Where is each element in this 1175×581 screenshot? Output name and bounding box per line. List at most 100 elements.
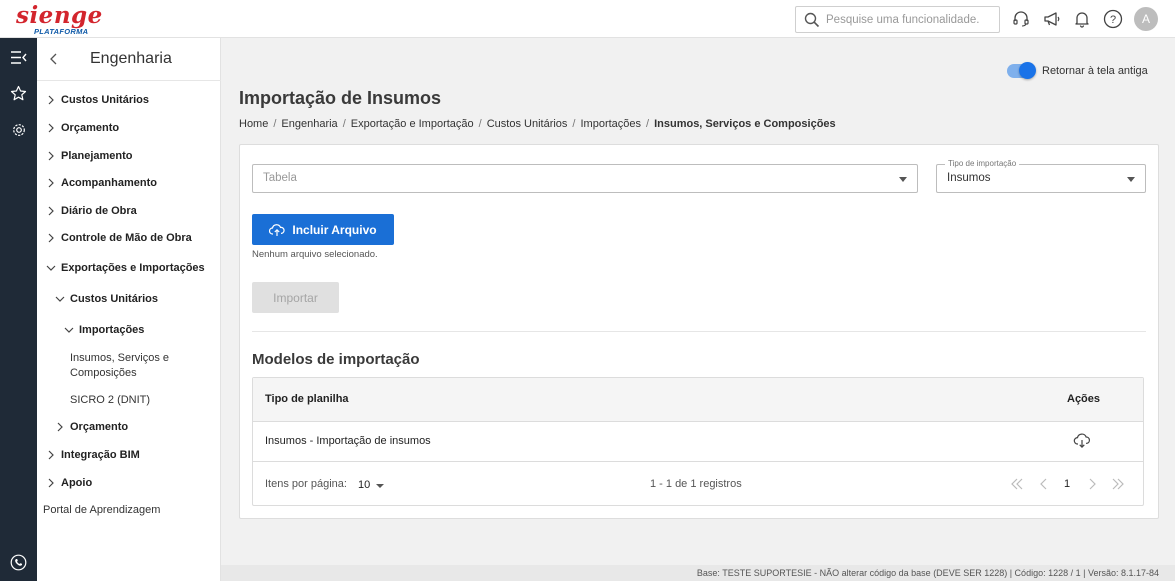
page-title: Importação de Insumos (239, 88, 442, 108)
tipo-importacao-select[interactable]: Tipo de importação Insumos (936, 159, 1146, 193)
chevron-right-icon (48, 178, 54, 188)
sidebar-item-apoio[interactable]: Apoio (45, 477, 92, 489)
menu-collapse-icon[interactable] (9, 48, 28, 67)
previous-page-icon[interactable] (1036, 476, 1052, 492)
tabela-select[interactable]: Tabela (252, 164, 918, 193)
include-file-button[interactable]: Incluir Arquivo (252, 214, 394, 245)
breadcrumb-separator: / (342, 118, 346, 130)
column-header-tipo: Tipo de planilha (265, 393, 349, 405)
help-icon[interactable]: ? (1102, 8, 1124, 30)
dropdown-caret-icon (1127, 177, 1135, 182)
sidebar: Engenharia Custos Unitários Orçamento Pl… (37, 38, 221, 581)
breadcrumb-custos-unitarios[interactable]: Custos Unitários (487, 118, 568, 130)
sidebar-item-label: Apoio (61, 477, 93, 489)
chevron-down-icon (64, 327, 74, 333)
breadcrumb-current: Insumos, Serviços e Composições (654, 118, 836, 130)
sidebar-item-controle-mao-de-obra[interactable]: Controle de Mão de Obra (45, 232, 192, 244)
sidebar-item-label: Integração BIM (61, 449, 140, 461)
tipo-importacao-legend: Tipo de importação (945, 159, 1020, 168)
table-header: Tipo de planilha Ações (253, 378, 1143, 422)
sidebar-subitem-importacoes[interactable]: Importações (63, 324, 144, 336)
chevron-left-icon[interactable] (47, 52, 61, 66)
chevron-right-icon (48, 206, 54, 216)
sidebar-item-label: Diário de Obra (61, 205, 137, 217)
breadcrumb-separator: / (646, 118, 650, 130)
logo-subtitle: PLATAFORMA (34, 27, 89, 36)
chevron-down-icon (55, 296, 65, 302)
logo-word: sienge (16, 2, 103, 29)
pagination: Itens por página: 10 1 - 1 de 1 registro… (253, 462, 1143, 506)
breadcrumb-importacoes[interactable]: Importações (580, 118, 641, 130)
last-page-icon[interactable] (1110, 476, 1126, 492)
breadcrumb-home[interactable]: Home (239, 118, 268, 130)
sidebar-subitem-custos-unitarios[interactable]: Custos Unitários (54, 293, 158, 305)
sidebar-item-acompanhamento[interactable]: Acompanhamento (45, 177, 157, 189)
search-input[interactable] (826, 11, 994, 29)
phone-contact-icon[interactable] (9, 553, 28, 572)
svg-text:?: ? (1110, 14, 1116, 26)
sidebar-item-custos-unitarios[interactable]: Custos Unitários (45, 94, 149, 106)
icon-rail (0, 38, 37, 581)
user-avatar[interactable]: A (1134, 7, 1158, 31)
top-bar: sienge PLATAFORMA ? A (0, 0, 1175, 38)
chevron-right-icon (48, 450, 54, 460)
sidebar-header: Engenharia (37, 38, 221, 81)
sidebar-item-orcamento[interactable]: Orçamento (45, 122, 119, 134)
tabela-placeholder: Tabela (263, 172, 297, 184)
megaphone-icon[interactable] (1042, 9, 1062, 29)
breadcrumb-separator: / (478, 118, 482, 130)
next-page-icon[interactable] (1084, 476, 1100, 492)
search-box[interactable] (795, 6, 1000, 33)
divider (252, 331, 1146, 332)
first-page-icon[interactable] (1009, 476, 1025, 492)
breadcrumb-exportacao-importacao[interactable]: Exportação e Importação (351, 118, 474, 130)
old-screen-toggle[interactable] (1007, 62, 1036, 79)
sidebar-item-integracao-bim[interactable]: Integração BIM (45, 449, 140, 461)
sidebar-item-portal-aprendizagem[interactable]: Portal de Aprendizagem (43, 503, 160, 518)
bell-notifications-icon[interactable] (1072, 9, 1092, 29)
toggle-knob (1019, 62, 1036, 79)
items-per-page-label: Itens por página: (265, 478, 347, 490)
no-file-text: Nenhum arquivo selecionado. (252, 249, 378, 260)
star-favorites-icon[interactable] (9, 84, 28, 103)
sidebar-item-exportacoes-importacoes[interactable]: Exportações e Importações (45, 262, 205, 274)
footer-bar: Base: TESTE SUPORTESIE - NÃO alterar cód… (221, 565, 1175, 581)
items-per-page-select[interactable]: 10 (358, 479, 370, 491)
tipo-importacao-value: Insumos (947, 172, 991, 184)
dropdown-caret-icon (899, 177, 907, 182)
sidebar-item-label: Custos Unitários (70, 293, 159, 305)
pagination-range: 1 - 1 de 1 registros (650, 478, 742, 490)
sidebar-leaf-insumos-servicos-composicoes[interactable]: Insumos, Serviços e Composições (70, 351, 190, 381)
sidebar-item-label: Planejamento (61, 150, 133, 162)
include-file-label: Incluir Arquivo (292, 222, 377, 237)
sidebar-leaf-sicro2[interactable]: SICRO 2 (DNIT) (70, 393, 150, 408)
cloud-upload-icon (269, 223, 286, 236)
chevron-down-icon (46, 265, 56, 271)
search-icon (804, 12, 820, 28)
sidebar-item-label: Exportações e Importações (61, 262, 205, 274)
sidebar-title: Engenharia (90, 50, 172, 67)
sidebar-item-planejamento[interactable]: Planejamento (45, 150, 133, 162)
headset-support-icon[interactable] (1011, 9, 1031, 29)
current-page-number[interactable]: 1 (1064, 478, 1070, 490)
column-header-acoes: Ações (1067, 393, 1101, 405)
footer-text: Base: TESTE SUPORTESIE - NÃO alterar cód… (696, 568, 1159, 578)
cloud-download-icon[interactable] (1073, 433, 1091, 449)
sidebar-item-label: Orçamento (70, 421, 129, 433)
breadcrumb-separator: / (572, 118, 576, 130)
breadcrumb: Home / Engenharia / Exportação e Importação /… (239, 118, 836, 130)
breadcrumb-engenharia[interactable]: Engenharia (281, 118, 337, 130)
row-tipo-cell: Insumos - Importação de insumos (265, 435, 431, 447)
sidebar-item-label: Controle de Mão de Obra (61, 232, 192, 244)
chevron-right-icon (48, 478, 54, 488)
sidebar-item-label: Acompanhamento (61, 177, 157, 189)
sidebar-subitem-orcamento[interactable]: Orçamento (54, 421, 128, 433)
chevron-right-icon (48, 95, 54, 105)
sienge-logo[interactable]: sienge PLATAFORMA (16, 2, 106, 36)
dropdown-caret-icon[interactable] (376, 484, 384, 488)
sidebar-item-diario-de-obra[interactable]: Diário de Obra (45, 205, 137, 217)
import-button[interactable]: Importar (252, 282, 339, 313)
chevron-right-icon (48, 151, 54, 161)
sidebar-item-label: Orçamento (61, 122, 120, 134)
gear-settings-icon[interactable] (9, 120, 28, 139)
